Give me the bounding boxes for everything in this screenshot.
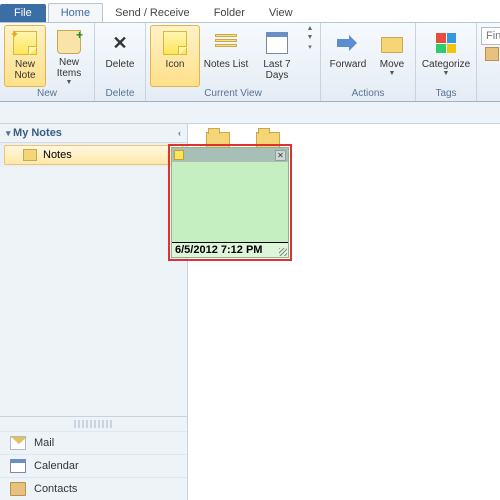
delete-button[interactable]: ✕ Delete [99, 25, 141, 87]
note-icon: ✦ [11, 29, 39, 57]
search-row [0, 102, 500, 124]
group-actions: Forward Move ▼ Actions [321, 23, 416, 101]
main-area: ▾ My Notes ‹ Notes Mail Calendar Contact… [0, 124, 500, 500]
sticky-titlebar[interactable]: ✕ [172, 148, 288, 162]
content-area: ✕ 6/5/2012 7:12 PM [188, 124, 500, 500]
list-icon [212, 29, 240, 57]
tab-send-receive[interactable]: Send / Receive [103, 4, 202, 22]
nav-pane: Mail Calendar Contacts [0, 416, 187, 500]
tab-file[interactable]: File [0, 4, 46, 22]
note-icon [174, 150, 184, 160]
tab-folder[interactable]: Folder [202, 4, 257, 22]
sidebar: ▾ My Notes ‹ Notes Mail Calendar Contact… [0, 124, 188, 500]
calendar-icon [263, 29, 291, 57]
tab-home[interactable]: Home [48, 3, 103, 22]
forward-arrow-icon [334, 29, 362, 57]
nav-resize-handle[interactable] [74, 420, 114, 428]
nav-mail[interactable]: Mail [0, 431, 187, 454]
chevron-down-icon: ▾ [6, 128, 13, 138]
group-new: ✦ New Note + New Items ▼ New [0, 23, 95, 101]
find-contact-input[interactable]: Find a Contact ▼ [481, 27, 500, 45]
nav-contacts[interactable]: Contacts [0, 477, 187, 500]
contacts-icon [10, 482, 26, 496]
group-find: Find a Contact ▼ Address Book Find [477, 23, 500, 101]
folder-icon [23, 149, 37, 161]
categorize-icon [432, 29, 460, 57]
move-button[interactable]: Move ▼ [373, 25, 411, 87]
chevron-down-icon: ▼ [307, 34, 314, 41]
new-note-button[interactable]: ✦ New Note [4, 25, 46, 87]
tab-view[interactable]: View [257, 4, 305, 22]
view-gallery-scroll[interactable]: ▲ ▼ ▾ [304, 25, 316, 51]
new-items-button[interactable]: + New Items ▼ [48, 25, 90, 87]
sidebar-item-notes[interactable]: Notes [4, 145, 183, 165]
sticky-body[interactable] [172, 162, 288, 242]
group-delete: ✕ Delete Delete [95, 23, 146, 101]
nav-calendar[interactable]: Calendar [0, 454, 187, 477]
group-current-view: Icon Notes List Last 7 Days ▲ ▼ ▾ Curren… [146, 23, 321, 101]
expand-icon: ▾ [308, 43, 312, 51]
delete-icon: ✕ [106, 29, 134, 57]
address-book-icon [485, 47, 499, 61]
icon-view-button[interactable]: Icon [150, 25, 200, 87]
group-tags: Categorize ▼ Tags [416, 23, 477, 101]
close-button[interactable]: ✕ [275, 150, 286, 161]
notes-list-button[interactable]: Notes List [202, 25, 250, 87]
chevron-down-icon: ▼ [389, 70, 396, 77]
folder-icon [378, 29, 406, 57]
note-icon [161, 29, 189, 57]
address-book-button[interactable]: Address Book [481, 46, 500, 62]
sidebar-tree [0, 167, 187, 416]
chevron-down-icon: ▼ [66, 79, 73, 86]
sticky-footer: 6/5/2012 7:12 PM [172, 242, 288, 257]
basket-icon: + [55, 29, 83, 55]
tab-strip: File Home Send / Receive Folder View [0, 0, 500, 22]
chevron-up-icon: ▲ [307, 25, 314, 32]
collapse-icon[interactable]: ‹ [178, 128, 181, 138]
resize-grip-icon[interactable] [279, 248, 287, 256]
calendar-icon [10, 459, 26, 473]
sidebar-header-my-notes[interactable]: ▾ My Notes ‹ [0, 124, 187, 143]
categorize-button[interactable]: Categorize ▼ [420, 25, 472, 87]
chevron-down-icon: ▼ [443, 70, 450, 77]
ribbon: ✦ New Note + New Items ▼ New ✕ Delete De… [0, 22, 500, 102]
mail-icon [10, 436, 26, 450]
last-7-days-button[interactable]: Last 7 Days [252, 25, 302, 87]
forward-button[interactable]: Forward [325, 25, 371, 87]
sticky-note-highlight: ✕ 6/5/2012 7:12 PM [168, 144, 292, 261]
sticky-note-window[interactable]: ✕ 6/5/2012 7:12 PM [171, 147, 289, 258]
